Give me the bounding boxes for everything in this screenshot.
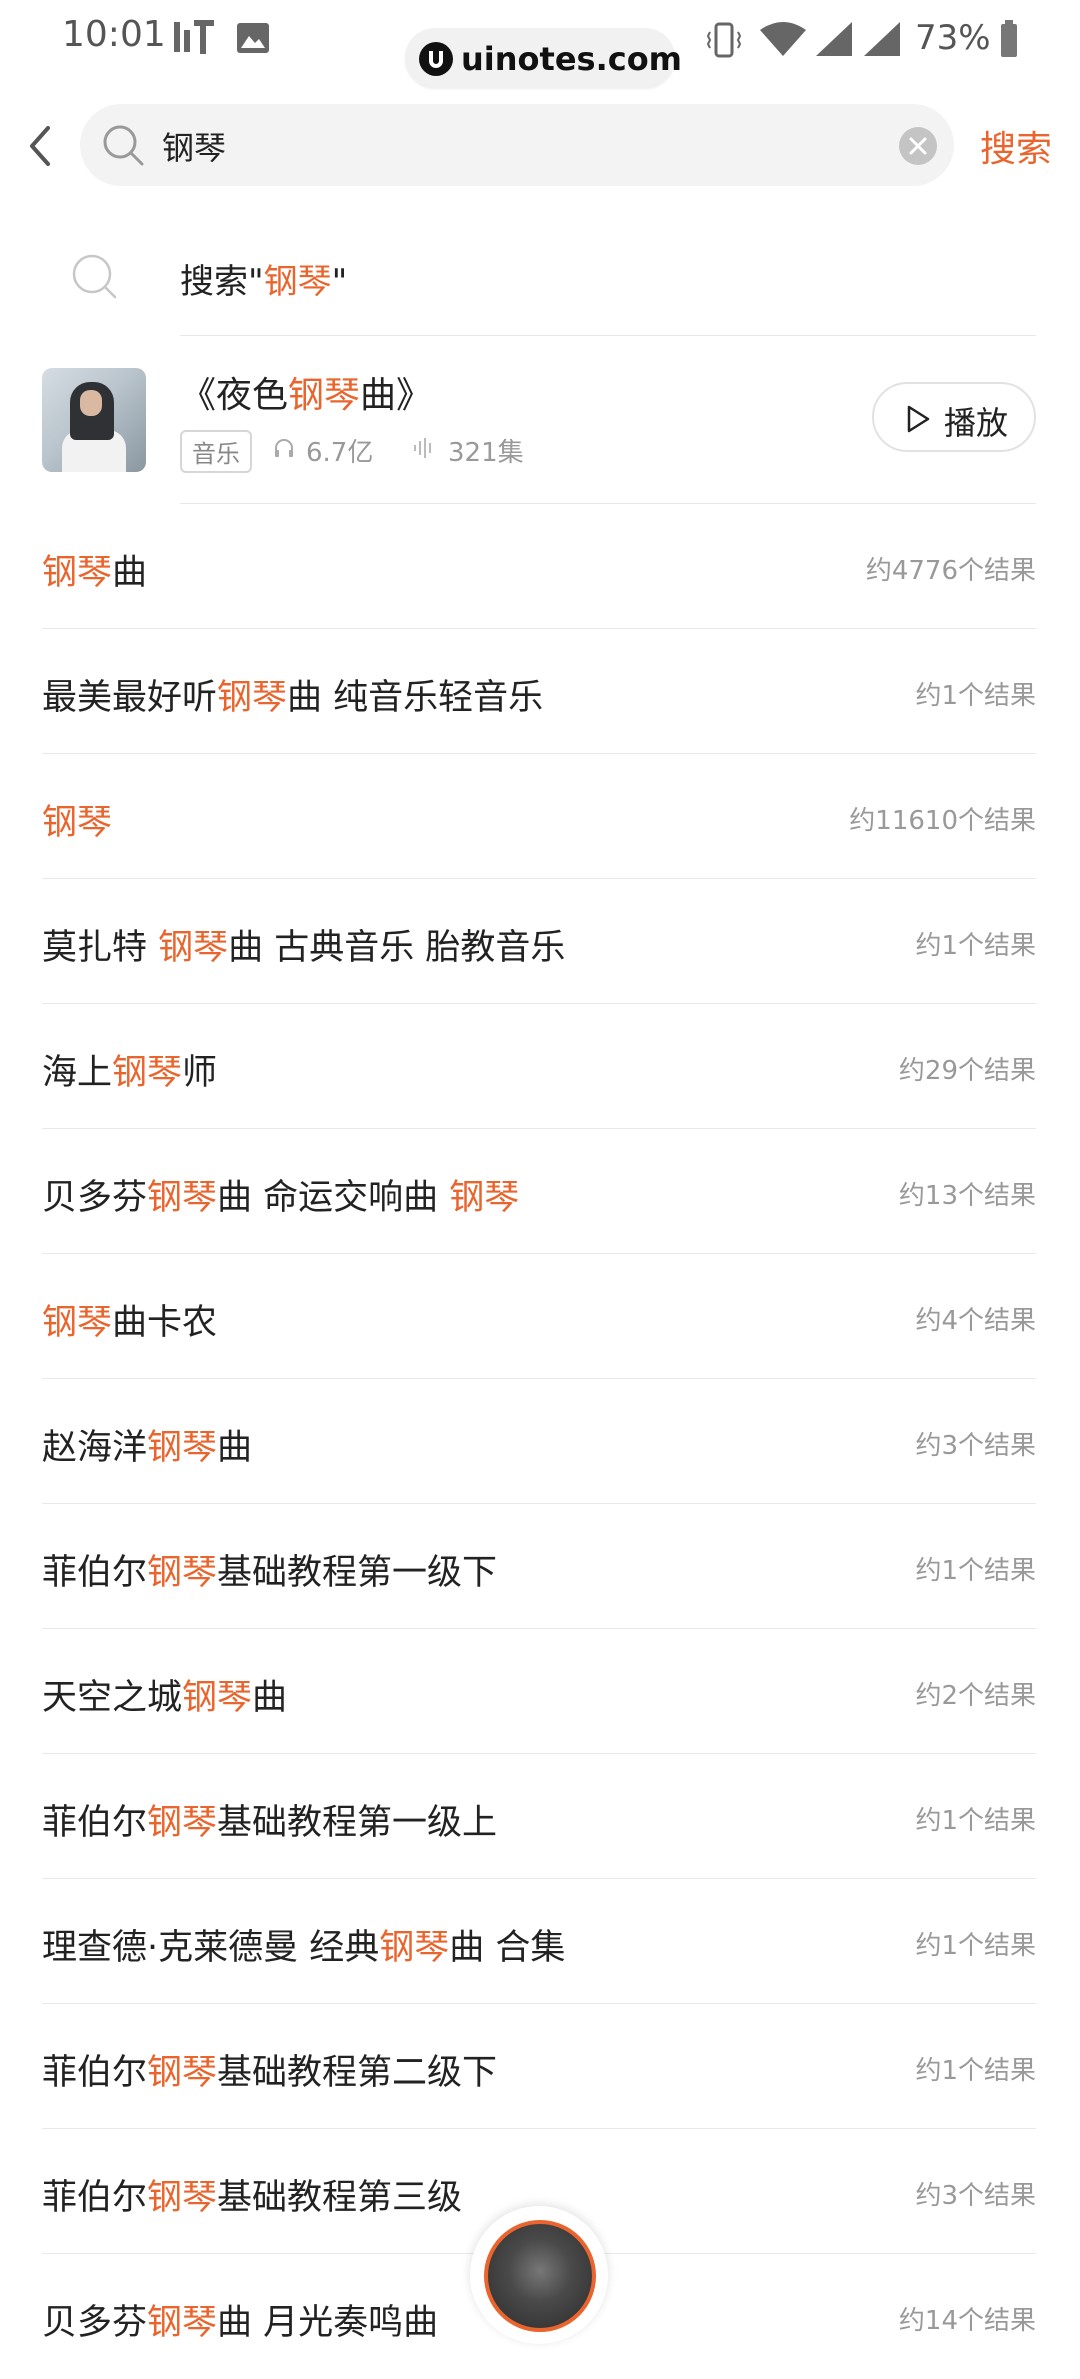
item-title: 菲伯尔钢琴基础教程第一级上: [42, 1803, 498, 1843]
result-count: 约1个结果: [915, 1556, 1036, 1586]
item-title: 钢琴曲: [42, 553, 148, 593]
audio-wave-icon: [412, 436, 436, 464]
list-item[interactable]: 钢琴曲 约4776个结果: [0, 504, 1080, 629]
result-count: 约29个结果: [898, 1056, 1036, 1086]
result-count: 约1个结果: [915, 931, 1036, 961]
search-box[interactable]: [80, 104, 954, 186]
result-count: 约14个结果: [898, 2306, 1036, 2336]
watermark-text: uinotes.com: [461, 40, 683, 78]
list-item[interactable]: 钢琴曲卡农 约4个结果: [0, 1254, 1080, 1379]
item-title: 海上钢琴师: [42, 1053, 218, 1093]
result-count: 约11610个结果: [849, 806, 1036, 836]
result-count: 约3个结果: [915, 2181, 1036, 2211]
list-item[interactable]: 海上钢琴师 约29个结果: [0, 1004, 1080, 1129]
result-count: 约4个结果: [915, 1306, 1036, 1336]
image-icon: [236, 22, 270, 58]
signal-icon-1: [814, 20, 854, 62]
status-bar: 10:01 uinotes.com 73%: [0, 0, 1080, 90]
list-item[interactable]: 理查德·克莱德曼 经典钢琴曲 合集 约1个结果: [0, 1879, 1080, 2004]
list-item[interactable]: 莫扎特 钢琴曲 古典音乐 胎教音乐 约1个结果: [0, 879, 1080, 1004]
item-title: 菲伯尔钢琴基础教程第三级: [42, 2178, 463, 2218]
status-time: 10:01: [62, 14, 166, 55]
clear-icon[interactable]: [898, 126, 938, 170]
result-count: 约1个结果: [915, 2056, 1036, 2086]
suggestion-prefix: 搜索": [180, 262, 264, 302]
vibrate-icon: [706, 20, 742, 64]
play-icon: [907, 405, 930, 433]
signal-icon-2: [862, 20, 902, 62]
list-item[interactable]: 钢琴 约11610个结果: [0, 754, 1080, 879]
search-keyword-suggestion[interactable]: 搜索"钢琴": [0, 228, 1080, 336]
play-button[interactable]: 播放: [872, 382, 1036, 452]
item-title: 贝多芬钢琴曲 命运交响曲 钢琴: [42, 1178, 520, 1218]
result-count: 约4776个结果: [865, 556, 1036, 586]
list-item[interactable]: 最美最好听钢琴曲 纯音乐轻音乐 约1个结果: [0, 629, 1080, 754]
item-title: 贝多芬钢琴曲 月光奏鸣曲: [42, 2303, 439, 2343]
watermark-badge: uinotes.com: [405, 28, 682, 88]
list-item[interactable]: 贝多芬钢琴曲 命运交响曲 钢琴 约13个结果: [0, 1129, 1080, 1254]
search-button[interactable]: 搜索: [980, 120, 1052, 172]
item-title: 最美最好听钢琴曲 纯音乐轻音乐: [42, 678, 544, 718]
item-title: 莫扎特 钢琴曲 古典音乐 胎教音乐: [42, 928, 566, 968]
back-arrow-icon[interactable]: [24, 122, 56, 174]
wifi-icon: [758, 20, 808, 62]
search-input[interactable]: [160, 120, 864, 172]
search-icon: [70, 252, 118, 304]
list-item[interactable]: 赵海洋钢琴曲 约3个结果: [0, 1379, 1080, 1504]
audio-app-icon: [172, 18, 216, 62]
result-count: 约1个结果: [915, 1806, 1036, 1836]
result-count: 约13个结果: [898, 1181, 1036, 1211]
album-cover: [42, 368, 146, 472]
list-item[interactable]: 菲伯尔钢琴基础教程第二级下 约1个结果: [0, 2004, 1080, 2129]
result-count: 约3个结果: [915, 1431, 1036, 1461]
list-item[interactable]: 天空之城钢琴曲 约2个结果: [0, 1629, 1080, 1754]
search-icon: [100, 122, 146, 172]
list-item[interactable]: 菲伯尔钢琴基础教程第一级上 约1个结果: [0, 1754, 1080, 1879]
suggestion-label: 搜索"钢琴": [180, 254, 347, 303]
item-title: 菲伯尔钢琴基础教程第二级下: [42, 2053, 498, 2093]
item-title: 钢琴曲卡农: [42, 1303, 218, 1343]
suggestion-suffix: ": [331, 262, 348, 302]
album-result[interactable]: 《夜色钢琴曲》 音乐 6.7亿 321集 播放: [0, 336, 1080, 504]
battery-percent: 73%: [915, 18, 991, 58]
result-count: 约2个结果: [915, 1681, 1036, 1711]
album-title: 《夜色钢琴曲》: [180, 375, 433, 416]
search-bar-row: 搜索: [0, 100, 1080, 192]
list-item[interactable]: 菲伯尔钢琴基础教程第一级下 约1个结果: [0, 1504, 1080, 1629]
item-title: 钢琴: [42, 803, 113, 843]
now-playing-disc: [484, 2220, 596, 2332]
result-count: 约1个结果: [915, 1931, 1036, 1961]
item-title: 理查德·克莱德曼 经典钢琴曲 合集: [42, 1928, 566, 1968]
result-count: 约1个结果: [915, 681, 1036, 711]
battery-icon: [1000, 20, 1018, 62]
play-count: 6.7亿: [306, 438, 374, 468]
watermark-logo-icon: [419, 42, 453, 80]
item-title: 天空之城钢琴曲: [42, 1678, 288, 1718]
suggestion-keyword: 钢琴: [263, 262, 332, 302]
category-tag: 音乐: [180, 430, 252, 473]
item-title: 菲伯尔钢琴基础教程第一级下: [42, 1553, 498, 1593]
play-button-label: 播放: [944, 404, 1009, 442]
mini-player-button[interactable]: [470, 2206, 608, 2344]
item-title: 赵海洋钢琴曲: [42, 1428, 253, 1468]
episode-count: 321集: [448, 438, 524, 468]
suggestion-list: 钢琴曲 约4776个结果 最美最好听钢琴曲 纯音乐轻音乐 约1个结果 钢琴 约1…: [0, 504, 1080, 2379]
headphones-icon: [272, 436, 296, 464]
